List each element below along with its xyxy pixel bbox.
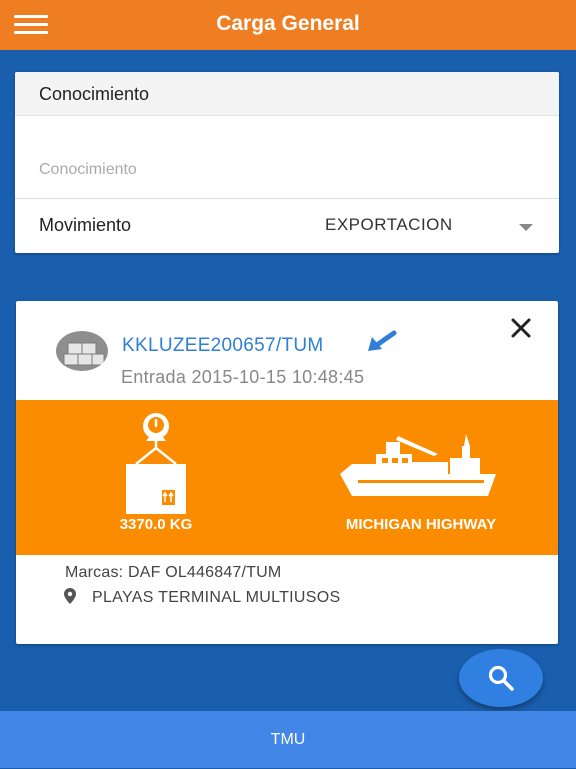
weighing-scale-crate-icon xyxy=(118,410,194,516)
cargo-result-card: KKLUZEE200657/TUM Entrada 2015-10-15 10:… xyxy=(16,301,558,644)
location-pin-icon xyxy=(64,588,76,604)
conocimiento-input[interactable] xyxy=(39,156,529,184)
weight-value: 3370.0 KG xyxy=(88,516,224,533)
vessel-name: MICHIGAN HIGHWAY xyxy=(306,516,536,533)
form-section-title: Conocimiento xyxy=(15,72,559,116)
cargo-highlight-panel: 3370.0 KG MICHIGAN HIGHWAY xyxy=(16,400,558,555)
bill-of-lading-link[interactable]: KKLUZEE200657/TUM xyxy=(122,335,324,357)
entrada-timestamp: Entrada 2015-10-15 10:48:45 xyxy=(121,367,364,388)
terminal-location: PLAYAS TERMINAL MULTIUSOS xyxy=(92,589,340,607)
arrow-pointer-icon xyxy=(364,329,398,355)
cargo-ship-icon xyxy=(338,434,498,498)
search-form-card: Conocimiento Movimiento EXPORTACION xyxy=(15,72,559,253)
movimiento-label: Movimiento xyxy=(39,215,131,236)
page-title: Carga General xyxy=(0,12,576,36)
search-icon xyxy=(487,664,515,692)
marcas-text: Marcas: DAF OL446847/TUM xyxy=(65,564,281,582)
dropdown-arrow-icon[interactable] xyxy=(519,224,533,231)
search-fab-button[interactable] xyxy=(459,649,543,707)
conocimiento-field-row xyxy=(15,116,559,199)
app-header: Carga General xyxy=(0,0,576,50)
movimiento-select[interactable]: Movimiento EXPORTACION xyxy=(15,199,559,253)
boxes-avatar-icon xyxy=(56,331,108,371)
close-icon[interactable] xyxy=(510,317,532,339)
movimiento-value[interactable]: EXPORTACION xyxy=(325,215,453,235)
footer-tmu: TMU xyxy=(0,711,576,768)
